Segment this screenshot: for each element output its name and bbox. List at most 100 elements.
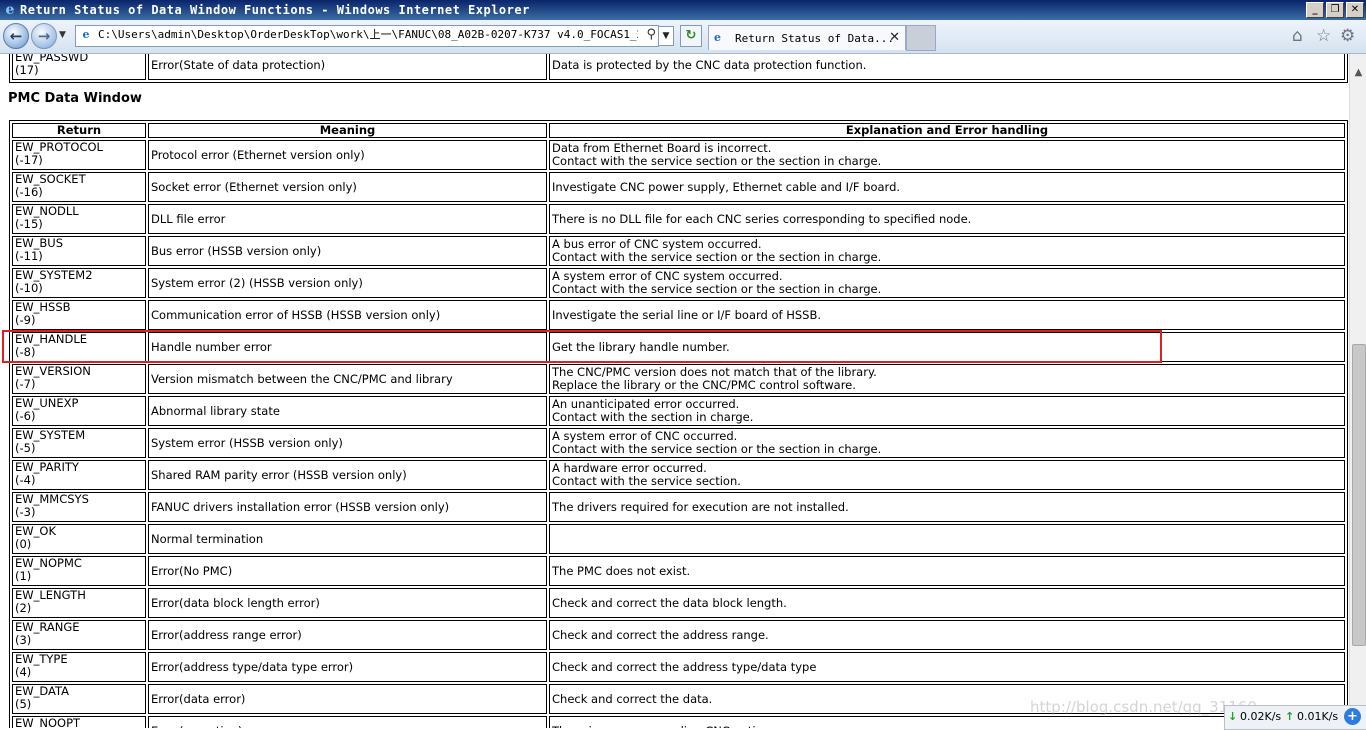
search-icon[interactable]: ⚲ (646, 27, 656, 43)
navigation-bar: ← → ▼ e ⚲ ▼ ↻ e Return Status of Data...… (0, 20, 1366, 54)
explanation-cell: There is no DLL file for each CNC series… (549, 204, 1345, 234)
return-code: EW_OK (15, 524, 56, 538)
explanation-cell: An unanticipated error occurred. Contact … (549, 396, 1345, 426)
upload-arrow-icon: ↑ (1285, 710, 1295, 723)
return-value: (-3) (15, 505, 36, 519)
restore-button[interactable]: ❐ (1326, 2, 1344, 18)
meaning-cell: Abnormal library state (148, 396, 547, 426)
close-button[interactable]: ✕ (1346, 2, 1364, 18)
meaning-cell: DLL file error (148, 204, 547, 234)
meaning-cell: Error(address range error) (148, 620, 547, 650)
minimize-button[interactable]: _ (1306, 2, 1324, 18)
return-value: (0) (15, 537, 32, 551)
return-cell: EW_TYPE (4) (12, 652, 146, 682)
scroll-thumb[interactable] (1352, 344, 1366, 646)
explanation-line: The PMC does not exist. (552, 563, 691, 578)
scroll-up-icon[interactable]: ▲ (1350, 66, 1366, 80)
download-arrow-icon: ↓ (1228, 710, 1238, 723)
return-value: (-16) (15, 185, 43, 199)
return-cell: EW_SOCKET (-16) (12, 172, 146, 202)
tab-return-status[interactable]: e Return Status of Data... ✕ (708, 25, 906, 50)
return-cell: EW_SYSTEM2 (-10) (12, 268, 146, 298)
explanation-cell: The CNC/PMC version does not match that … (549, 364, 1345, 394)
tab-page-icon: e (714, 31, 721, 44)
history-dropdown-icon[interactable]: ▼ (59, 30, 66, 40)
favorites-icon[interactable]: ☆ (1316, 27, 1331, 45)
refresh-button[interactable]: ↻ (680, 25, 702, 47)
back-button[interactable]: ← (3, 23, 29, 49)
return-value: (1) (15, 569, 32, 583)
return-value: (3) (15, 633, 32, 647)
forward-button[interactable]: → (31, 23, 57, 49)
return-code: EW_RANGE (15, 620, 80, 634)
explanation-line: Contact with the service section. (552, 474, 741, 488)
explanation-cell: Check and correct the address type/data … (549, 652, 1345, 682)
home-icon[interactable]: ⌂ (1292, 27, 1303, 45)
table-row: EW_NODLL (-15) DLL file error There is no D… (12, 204, 1345, 234)
meaning-cell: Normal termination (148, 524, 547, 554)
explanation-line: Contact with the service section or the … (552, 154, 882, 168)
table-row: EW_PROTOCOL (-17) Protocol error (Ethernet… (12, 140, 1345, 170)
table-row: EW_UNEXP (-6) Abnormal library state An una… (12, 396, 1345, 426)
address-dropdown-icon[interactable]: ▼ (658, 26, 674, 46)
explanation-line: There is no DLL file for each CNC series… (552, 211, 972, 226)
return-value: (-9) (15, 313, 36, 327)
explanation-cell: The drivers required for execution are n… (549, 492, 1345, 522)
return-cell: EW_PROTOCOL (-17) (12, 140, 146, 170)
return-value: (-7) (15, 377, 36, 391)
vertical-scrollbar[interactable]: ▲ (1349, 54, 1366, 728)
meaning-cell: Error(no option) (148, 716, 547, 728)
table-row: EW_LENGTH (2) Error(data block length erro… (12, 588, 1345, 618)
explanation-line: Contact with the service section or the … (552, 250, 882, 264)
return-cell: EW_OK (0) (12, 524, 146, 554)
download-speed: 0.02K/s (1240, 710, 1282, 723)
return-value: (2) (15, 601, 32, 615)
return-cell: EW_NOOPT(6) (12, 716, 146, 728)
return-value: (4) (15, 665, 32, 679)
previous-window-table: EW_PASSWD (17) Error(State of data protect… (9, 54, 1348, 83)
explanation-cell: A system error of CNC system occurred. Co… (549, 268, 1345, 298)
explanation-line: Check and correct the data block length. (552, 595, 787, 610)
explanation-cell: Data is protected by the CNC data protec… (549, 54, 1345, 80)
explanation-cell: Investigate the serial line or I/F board… (549, 300, 1345, 330)
address-input[interactable] (98, 27, 638, 43)
header-return: Return (12, 123, 146, 138)
table-row: EW_PARITY (-4) Shared RAM parity error (HS… (12, 460, 1345, 490)
upload-speed: 0.01K/s (1297, 710, 1339, 723)
explanation-cell: The PMC does not exist. (549, 556, 1345, 586)
return-cell: EW_NODLL (-15) (12, 204, 146, 234)
explanation-cell: A bus error of CNC system occurred. Conta… (549, 236, 1345, 266)
section-heading: PMC Data Window (8, 91, 142, 106)
meaning-cell: Error(address type/data type error) (148, 652, 547, 682)
explanation-line: Investigate CNC power supply, Ethernet c… (552, 179, 901, 194)
meaning-cell: Shared RAM parity error (HSSB version on… (148, 460, 547, 490)
add-icon[interactable]: + (1344, 708, 1361, 725)
explanation-line: Check and correct the address range. (552, 627, 769, 642)
table-row: EW_BUS (-11) Bus error (HSSB version only)… (12, 236, 1345, 266)
return-cell: EW_MMCSYS (-3) (12, 492, 146, 522)
table-row: EW_OK (0) Normal termination (12, 524, 1345, 554)
return-value: (-10) (15, 281, 43, 295)
return-code: EW_NOPMC (15, 556, 82, 570)
return-value: (5) (15, 697, 32, 711)
explanation-line: Contact with the section in charge. (552, 410, 754, 424)
explanation-cell: A system error of CNC occurred. Contact w… (549, 428, 1345, 458)
tab-close-icon[interactable]: ✕ (889, 30, 900, 45)
return-code: EW_NOOPT (15, 716, 81, 729)
tools-icon[interactable]: ⚙ (1340, 27, 1355, 45)
explanation-cell: Investigate CNC power supply, Ethernet c… (549, 172, 1345, 202)
address-bar[interactable]: e ⚲ (75, 25, 659, 47)
table-row: EW_SYSTEM (-5) System error (HSSB version … (12, 428, 1345, 458)
explanation-cell: Check and correct the address range. (549, 620, 1345, 650)
explanation-line: Investigate the serial line or I/F board… (552, 307, 822, 322)
meaning-cell: Error(No PMC) (148, 556, 547, 586)
return-cell: EW_PARITY (-4) (12, 460, 146, 490)
window-controls: _ ❐ ✕ (1306, 2, 1364, 18)
table-row: EW_MMCSYS (-3) FANUC drivers installation … (12, 492, 1345, 522)
table-row: EW_NOPMC (1) Error(No PMC) The PMC does not… (12, 556, 1345, 586)
page-content: EW_PASSWD (17) Error(State of data protect… (0, 54, 1349, 728)
explanation-cell: Check and correct the data block length. (549, 588, 1345, 618)
new-tab-button[interactable] (906, 25, 936, 51)
return-value: (-17) (15, 153, 43, 167)
table-row: EW_HSSB (-9) Communication error of HSSB (… (12, 300, 1345, 330)
